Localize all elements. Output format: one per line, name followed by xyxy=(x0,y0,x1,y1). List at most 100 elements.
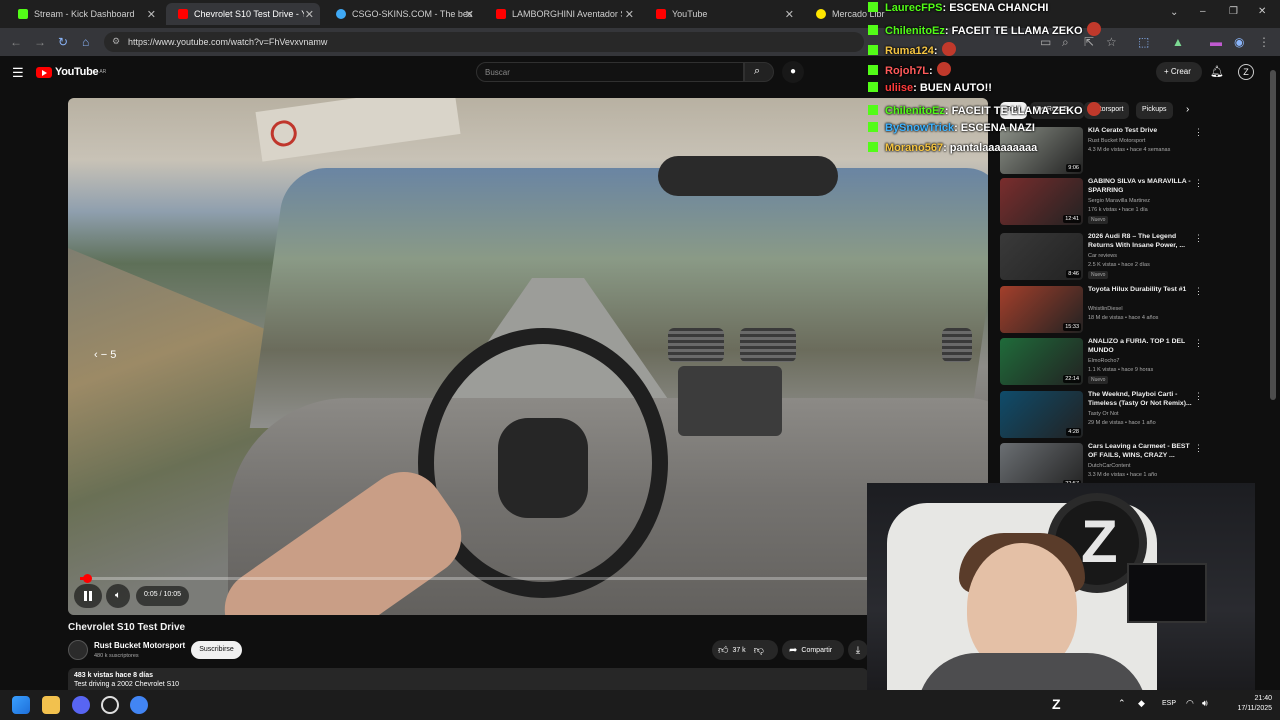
progress-bar[interactable] xyxy=(80,574,980,583)
download-button[interactable]: ⤓ xyxy=(848,640,868,660)
search-input[interactable]: Buscar xyxy=(476,62,744,82)
thumbs-down-icon[interactable]: 👎︎ xyxy=(754,644,764,656)
video-thumbnail[interactable]: 8:46 xyxy=(1000,233,1083,280)
recommended-channel-name[interactable]: DutchCarContent xyxy=(1088,463,1131,469)
discord-icon[interactable] xyxy=(72,696,90,714)
tab-csgo-skins[interactable]: CSGO-SKINS.COM - The best C ✕ xyxy=(324,3,480,25)
chat-username[interactable]: Rojoh7L xyxy=(885,65,929,77)
more-options-icon[interactable]: ⋮ xyxy=(1194,233,1203,244)
tab-kick-dashboard[interactable]: Stream - Kick Dashboard ✕ xyxy=(6,3,162,25)
wifi-icon[interactable]: ◠ xyxy=(1186,698,1194,709)
create-button[interactable]: + Crear xyxy=(1156,62,1202,82)
recommended-video[interactable]: 12:41 GABINO SILVA vs MARAVILLA - SPARRIN… xyxy=(1000,178,1203,230)
file-explorer-icon[interactable] xyxy=(42,696,60,714)
chat-username[interactable]: ChilenitoEz xyxy=(885,105,945,117)
recommended-video-title[interactable]: Toyota Hilux Durability Test #1 xyxy=(1088,286,1192,295)
video-thumbnail[interactable]: 22:14 xyxy=(1000,338,1083,385)
share-button[interactable]: ➦ Compartir xyxy=(782,640,844,660)
recommended-video-title[interactable]: The Weeknd, Playboi Carti - Timeless (Ta… xyxy=(1088,391,1192,408)
forward-icon[interactable]: → xyxy=(34,35,46,49)
chips-next-icon[interactable]: › xyxy=(1186,104,1189,115)
close-tab-icon[interactable]: ✕ xyxy=(625,8,634,21)
language-indicator[interactable]: ESP xyxy=(1162,700,1176,707)
channel-avatar[interactable] xyxy=(68,640,88,660)
youtube-logo[interactable]: YouTube AR xyxy=(36,66,106,78)
more-options-icon[interactable]: ⋮ xyxy=(1194,443,1203,454)
home-icon[interactable]: ⌂ xyxy=(82,35,89,49)
recommended-video-title[interactable]: KIA Cerato Test Drive xyxy=(1088,127,1192,136)
channel-name[interactable]: Rust Bucket Motorsport xyxy=(94,641,185,650)
recommended-video[interactable]: 8:46 2026 Audi R8 – The Legend Returns Wi… xyxy=(1000,233,1203,285)
tray-chevron-icon[interactable]: ⌃ xyxy=(1118,698,1126,709)
more-options-icon[interactable]: ⋮ xyxy=(1194,127,1203,138)
obs-icon[interactable] xyxy=(101,696,119,714)
recommended-video[interactable]: 22:14 ANALIZO a FURIA. TOP 1 DEL MUNDO Elm… xyxy=(1000,338,1203,390)
video-thumbnail[interactable]: 4:28 xyxy=(1000,391,1083,438)
speaker-icon[interactable]: 🔊︎ xyxy=(1202,698,1208,709)
account-avatar[interactable]: Z xyxy=(1238,64,1254,80)
extensions-icon[interactable]: ⬚ xyxy=(1138,35,1149,49)
tab-search-dropdown-icon[interactable]: ⌄ xyxy=(1170,7,1178,18)
hamburger-menu-icon[interactable]: ☰ xyxy=(12,65,24,81)
close-tab-icon[interactable]: ✕ xyxy=(305,8,314,21)
video-player[interactable]: ‹ − 5 🔈︎ 0:05 / 10:05 xyxy=(68,98,988,615)
minimize-icon[interactable]: – xyxy=(1200,6,1206,17)
extension-b-icon[interactable]: ▬ xyxy=(1210,35,1222,49)
more-options-icon[interactable]: ⋮ xyxy=(1194,178,1203,189)
thumbs-up-icon[interactable]: 👍︎ xyxy=(718,644,728,656)
volume-button[interactable]: 🔈︎ xyxy=(106,584,130,608)
bookmark-icon[interactable]: ☆ xyxy=(1106,35,1117,49)
pause-button[interactable] xyxy=(74,584,102,608)
back-icon[interactable]: ← xyxy=(10,35,22,49)
maximize-icon[interactable]: ❐ xyxy=(1229,6,1238,17)
notifications-bell-icon[interactable]: 🔔︎ xyxy=(1210,65,1224,78)
chrome-icon[interactable] xyxy=(130,696,148,714)
more-options-icon[interactable]: ⋮ xyxy=(1194,286,1203,297)
video-thumbnail[interactable]: 12:41 xyxy=(1000,178,1083,225)
chat-username[interactable]: ChilenitoEz xyxy=(885,25,945,37)
like-count[interactable]: 37 k xyxy=(732,647,745,654)
reload-icon[interactable]: ↻ xyxy=(58,35,68,49)
windows-start-icon[interactable] xyxy=(12,696,30,714)
close-tab-icon[interactable]: ✕ xyxy=(785,8,794,21)
chat-username[interactable]: LaurecFPS xyxy=(885,2,942,14)
window-close-icon[interactable]: ✕ xyxy=(1258,6,1266,17)
recommended-video-title[interactable]: Cars Leaving a Carmeet - BEST OF FAILS, … xyxy=(1088,443,1192,460)
voice-search-button[interactable]: ● xyxy=(782,61,804,83)
recommended-channel-name[interactable]: Tasty Or Not xyxy=(1088,411,1119,417)
extension-a-icon[interactable]: ▲ xyxy=(1172,35,1184,49)
tab-youtube[interactable]: YouTube ✕ xyxy=(644,3,800,25)
profile-icon[interactable]: ◉ xyxy=(1234,35,1244,49)
chat-username[interactable]: Ruma124 xyxy=(885,45,934,57)
tab-mercado-libre[interactable]: Mercado Libr xyxy=(804,3,885,25)
tray-app-icon[interactable]: ◆ xyxy=(1138,698,1145,709)
page-scrollbar[interactable] xyxy=(1270,70,1276,400)
chip-pickups[interactable]: Pickups xyxy=(1136,102,1173,119)
subscribe-button[interactable]: Suscribirse xyxy=(191,641,242,659)
chat-username[interactable]: uliise xyxy=(885,82,913,94)
tab-chevrolet-video[interactable]: Chevrolet S10 Test Drive - Yo ✕ xyxy=(166,3,320,25)
recommended-channel-name[interactable]: Car reviews xyxy=(1088,253,1117,259)
recommended-video[interactable]: 4:28 The Weeknd, Playboi Carti - Timeless… xyxy=(1000,391,1203,443)
close-tab-icon[interactable]: ✕ xyxy=(147,8,156,21)
recommended-channel-name[interactable]: Sergio Maravilla Martinez xyxy=(1088,198,1150,204)
url-field[interactable]: ⚙ https://www.youtube.com/watch?v=FhVevx… xyxy=(104,32,864,52)
tab-lamborghini[interactable]: LAMBORGHINI Aventador SVJ ✕ xyxy=(484,3,640,25)
system-clock[interactable]: 21:40 17/11/2025 xyxy=(1226,694,1272,714)
search-button[interactable]: ⌕ xyxy=(744,62,774,82)
video-thumbnail[interactable]: 15:33 xyxy=(1000,286,1083,333)
more-options-icon[interactable]: ⋮ xyxy=(1194,391,1203,402)
chat-username[interactable]: Morano567 xyxy=(885,142,943,154)
recommended-channel-name[interactable]: Rust Bucket Motorsport xyxy=(1088,138,1145,144)
recommended-channel-name[interactable]: ElmoRocho7 xyxy=(1088,358,1120,364)
site-info-icon[interactable]: ⚙ xyxy=(112,36,120,47)
close-tab-icon[interactable]: ✕ xyxy=(465,8,474,21)
recommended-video[interactable]: 15:33 Toyota Hilux Durability Test #1 Whis… xyxy=(1000,286,1203,338)
more-options-icon[interactable]: ⋮ xyxy=(1194,338,1203,349)
chat-username[interactable]: BySnowTrick xyxy=(885,122,954,134)
recommended-channel-name[interactable]: WhistlinDiesel xyxy=(1088,306,1123,312)
recommended-video-title[interactable]: GABINO SILVA vs MARAVILLA - SPARRING xyxy=(1088,178,1192,195)
recommended-video-title[interactable]: ANALIZO a FURIA. TOP 1 DEL MUNDO xyxy=(1088,338,1192,355)
recommended-video-title[interactable]: 2026 Audi R8 – The Legend Returns With I… xyxy=(1088,233,1192,250)
browser-menu-icon[interactable]: ⋮ xyxy=(1258,35,1270,49)
